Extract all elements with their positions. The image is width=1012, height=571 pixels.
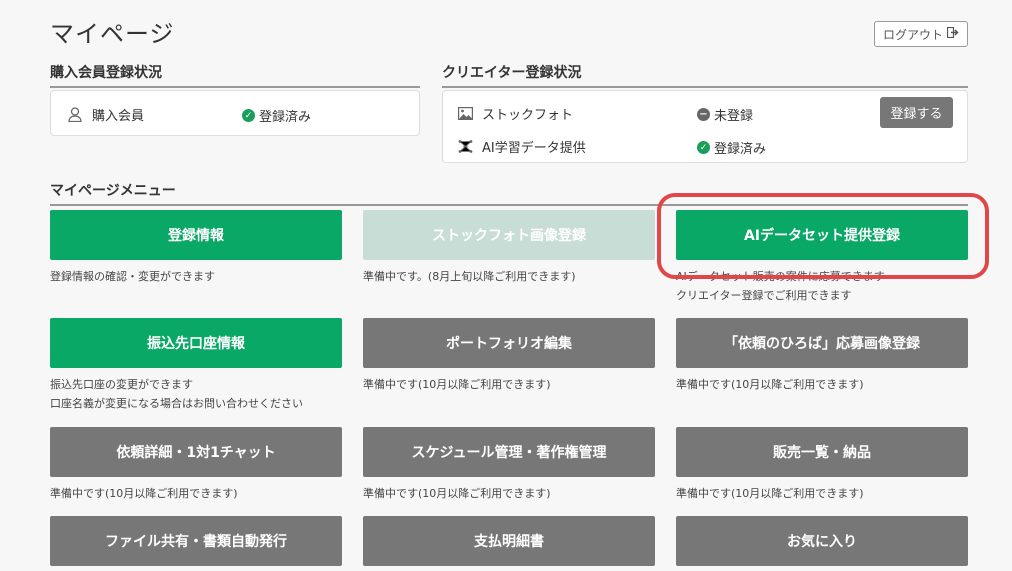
ai-data-row: AI学習データ提供 [456, 137, 586, 156]
file-share-button[interactable]: ファイル共有・書類自動発行 [50, 516, 342, 566]
portfolio-edit-desc: 準備中です(10月以降ご利用できます) [363, 378, 551, 391]
purchase-status-heading: 購入会員登録状況 [50, 62, 420, 88]
user-icon [66, 107, 84, 122]
purchase-member-label: 購入会員 [92, 109, 145, 124]
check-circle-icon: ✓ [697, 141, 710, 154]
register-stock-photo-button[interactable]: 登録する [880, 97, 953, 128]
image-icon [456, 107, 474, 120]
stock-photo-upload-desc: 準備中です。(8月上旬以降ご利用できます) [363, 270, 576, 283]
ai-dataset-register-desc: AIデータセット販売の案件に応募できます クリエイター登録でご利用できます [676, 270, 885, 302]
menu-heading: マイページメニュー [50, 180, 968, 206]
request-detail-chat-button[interactable]: 依頼詳細・1対1チャット [50, 427, 342, 477]
purchase-member-status: ✓ 登録済み [242, 106, 311, 125]
logout-icon [946, 26, 959, 41]
status-text: 未登録 [714, 109, 754, 124]
logout-label: ログアウト [882, 27, 943, 42]
request-detail-chat-desc: 準備中です(10月以降ご利用できます) [50, 487, 238, 500]
bank-account-desc: 振込先口座の変更ができます 口座名義が変更になる場合はお問い合わせください [50, 378, 303, 410]
status-text: 登録済み [259, 110, 312, 125]
stock-photo-row: ストックフォト [456, 104, 573, 123]
logout-button[interactable]: ログアウト [874, 21, 968, 47]
sales-delivery-desc: 準備中です(10月以降ご利用できます) [676, 487, 864, 500]
sales-delivery-button[interactable]: 販売一覧・納品 [676, 427, 968, 477]
status-text: 登録済み [714, 142, 767, 157]
payment-statement-button[interactable]: 支払明細書 [363, 516, 655, 566]
bank-account-button[interactable]: 振込先口座情報 [50, 318, 342, 368]
stock-photo-upload-button[interactable]: ストックフォト画像登録 [363, 210, 655, 260]
registration-info-button[interactable]: 登録情報 [50, 210, 342, 260]
minus-circle-icon: − [697, 108, 710, 121]
creator-status-heading: クリエイター登録状況 [442, 62, 968, 88]
check-circle-icon: ✓ [242, 109, 255, 122]
favorites-button[interactable]: お気に入り [676, 516, 968, 566]
purchase-member-row: 購入会員 [66, 105, 144, 124]
request-plaza-upload-button[interactable]: 「依頼のひろば」応募画像登録 [676, 318, 968, 368]
ai-data-status: ✓ 登録済み [697, 138, 766, 157]
schedule-copyright-desc: 準備中です(10月以降ご利用できます) [363, 487, 551, 500]
request-plaza-upload-desc: 準備中です(10月以降ご利用できます) [676, 378, 864, 391]
ai-dataset-register-button[interactable]: AIデータセット提供登録 [676, 210, 968, 260]
stock-photo-label: ストックフォト [482, 108, 574, 123]
schedule-copyright-button[interactable]: スケジュール管理・著作権管理 [363, 427, 655, 477]
network-icon [456, 139, 474, 154]
registration-info-desc: 登録情報の確認・変更ができます [50, 270, 215, 283]
portfolio-edit-button[interactable]: ポートフォリオ編集 [363, 318, 655, 368]
page-title: マイページ [50, 20, 175, 48]
ai-data-label: AI学習データ提供 [482, 141, 586, 156]
stock-photo-status: − 未登録 [697, 105, 753, 124]
